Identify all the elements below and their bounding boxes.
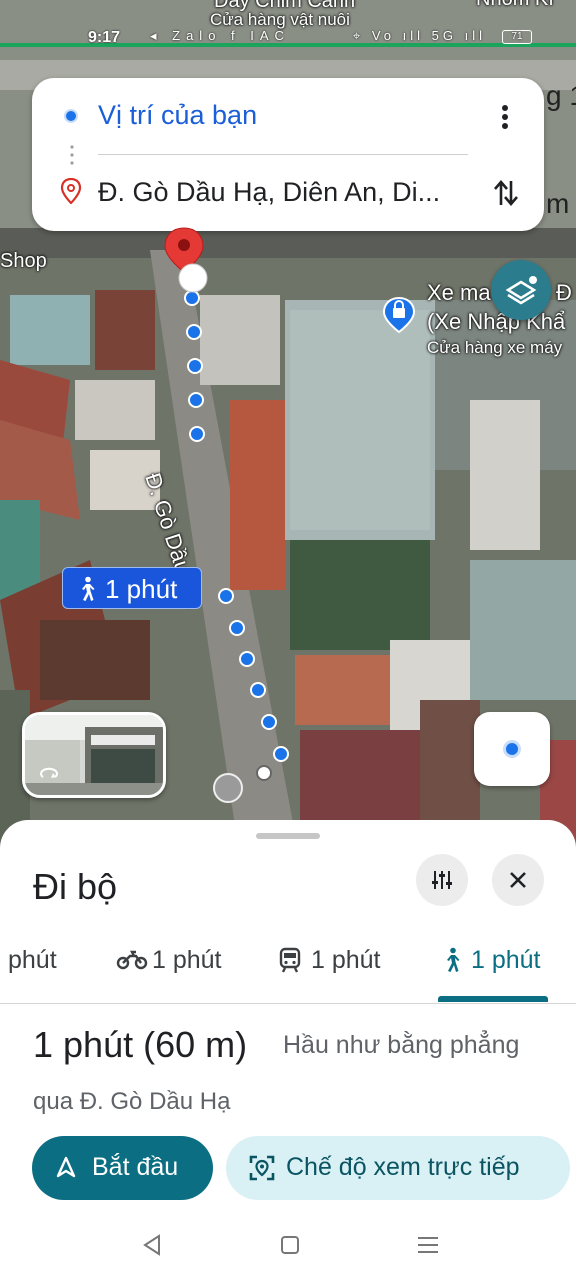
map-label-poi-edge: Đ	[556, 280, 572, 305]
recents-icon[interactable]	[415, 1233, 441, 1257]
tab-car[interactable]: phút	[0, 942, 80, 982]
walking-time-chip[interactable]: 1 phút	[62, 567, 202, 609]
tune-icon	[432, 871, 452, 889]
map-label-edge-1: g 1	[546, 80, 576, 111]
map-view[interactable]: 9:17 ◂ Zalo f IAC ⌖ Vo ıll 5G ıll 71 Dây…	[0, 0, 576, 860]
route-search-card: Vị trí của bạn Đ. Gò Dầu Hạ, Diên An, Di…	[32, 78, 544, 231]
tab-transit[interactable]: 1 phút	[278, 942, 408, 982]
sheet-title: Đi bộ	[33, 866, 118, 907]
origin-field[interactable]: Vị trí của bạn	[98, 100, 257, 131]
pegman-icon[interactable]	[213, 773, 243, 803]
drag-handle[interactable]	[256, 833, 320, 839]
tab-car-label: phút	[8, 946, 57, 974]
map-label-top-right: Nhom Kí	[476, 0, 554, 11]
map-label-edge-2: m	[546, 188, 570, 219]
transit-icon	[279, 947, 301, 973]
active-tab-indicator	[438, 996, 548, 1002]
live-view-button[interactable]: Chế độ xem trực tiếp	[226, 1136, 570, 1200]
more-vert-icon[interactable]	[494, 102, 516, 132]
battery-icon: 71	[502, 30, 532, 44]
live-view-button-label: Chế độ xem trực tiếp	[286, 1153, 520, 1181]
start-button[interactable]: Bắt đầu	[32, 1136, 213, 1200]
close-button[interactable]	[492, 854, 544, 906]
status-bar: 9:17 ◂ Zalo f IAC ⌖ Vo ıll 5G ıll 71	[0, 27, 576, 53]
route-description: Hầu như bằng phẳng	[283, 1031, 520, 1059]
close-icon	[510, 872, 526, 888]
travel-mode-tabs: phút 1 phút 1 phút 1 phút	[0, 930, 576, 1004]
motorbike-icon	[116, 950, 148, 970]
map-label-shop: Shop	[0, 250, 47, 272]
tab-motorbike[interactable]: 1 phút	[116, 942, 236, 982]
map-label-pet-shop-category: Cửa hàng vật nuôi	[210, 10, 350, 29]
street-view-image	[25, 715, 163, 795]
walk-icon	[447, 947, 460, 972]
tab-motorbike-label: 1 phút	[152, 946, 222, 974]
tab-transit-label: 1 phút	[311, 946, 381, 974]
walking-time-label: 1 phút	[105, 574, 178, 604]
back-icon[interactable]	[140, 1233, 164, 1257]
home-icon[interactable]	[278, 1233, 302, 1257]
live-view-icon	[249, 1155, 275, 1181]
swap-icon[interactable]	[492, 177, 520, 209]
my-location-button[interactable]	[474, 712, 550, 786]
field-divider	[98, 154, 468, 155]
my-location-icon	[503, 740, 521, 758]
walk-icon	[82, 576, 95, 601]
map-label-poi-category: Cửa hàng xe máy	[427, 338, 563, 357]
layers-button[interactable]	[491, 260, 551, 320]
navigation-arrow-icon	[56, 1156, 76, 1178]
tab-walk-label: 1 phút	[471, 946, 541, 974]
system-nav-bar	[0, 1215, 576, 1280]
map-label-poi-name[interactable]: Xe ma	[427, 280, 491, 306]
destination-pin-icon	[60, 178, 82, 204]
street-view-thumbnail[interactable]	[22, 712, 166, 798]
origin-dot-icon	[64, 109, 78, 123]
route-connector-icon	[70, 145, 74, 165]
notification-icons: ◂ Zalo f IAC	[150, 28, 290, 43]
route-options-button[interactable]	[416, 854, 468, 906]
shop-poi-icon[interactable]	[381, 296, 417, 336]
destination-field[interactable]: Đ. Gò Dầu Hạ, Diên An, Di...	[98, 177, 440, 208]
route-via: qua Đ. Gò Dầu Hạ	[33, 1088, 231, 1115]
layers-icon	[505, 276, 537, 305]
start-button-label: Bắt đầu	[92, 1153, 179, 1181]
status-time: 9:17	[88, 29, 121, 46]
route-duration: 1 phút (60 m)	[33, 1024, 248, 1065]
signal-icons: ⌖ Vo ıll 5G ıll	[352, 28, 486, 43]
destination-marker-icon[interactable]	[160, 226, 208, 294]
tab-walk[interactable]: 1 phút	[440, 942, 560, 982]
